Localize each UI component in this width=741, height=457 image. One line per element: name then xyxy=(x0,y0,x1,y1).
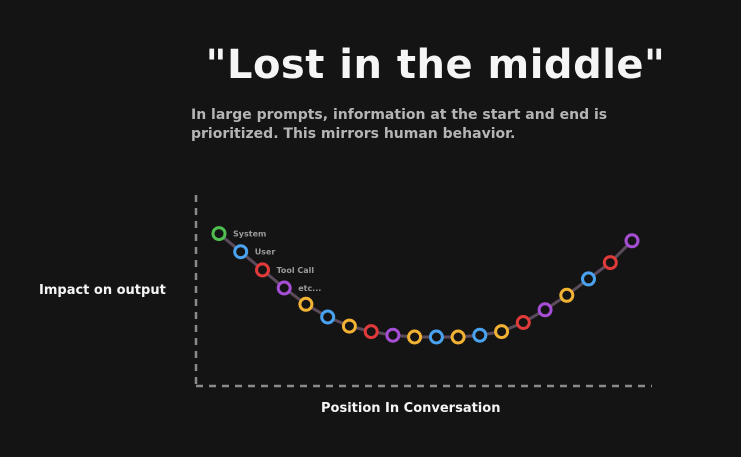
data-point-4 xyxy=(276,280,292,296)
data-point-5 xyxy=(298,296,314,312)
data-point-9 xyxy=(385,327,401,343)
point-label-1: System xyxy=(233,230,266,239)
data-point-12 xyxy=(450,329,466,345)
data-point-7 xyxy=(341,318,357,334)
point-label-4: etc... xyxy=(298,284,321,293)
data-point-3 xyxy=(255,262,270,278)
point-label-3: Tool Call xyxy=(277,266,315,275)
data-point-18 xyxy=(581,271,596,287)
data-point-8 xyxy=(363,324,379,340)
data-point-20 xyxy=(624,233,640,249)
data-point-17 xyxy=(559,287,575,303)
data-point-16 xyxy=(537,302,553,318)
data-point-10 xyxy=(407,329,423,345)
data-point-14 xyxy=(494,324,510,340)
data-point-6 xyxy=(320,309,336,325)
u-curve-chart: System UserTool Call etc... xyxy=(194,195,652,388)
data-point-1 xyxy=(211,226,227,242)
data-point-15 xyxy=(515,315,531,330)
data-point-2 xyxy=(233,244,249,260)
data-point-19 xyxy=(602,255,618,271)
point-label-2: User xyxy=(255,248,276,257)
data-point-13 xyxy=(472,327,488,343)
data-point-11 xyxy=(428,329,444,345)
